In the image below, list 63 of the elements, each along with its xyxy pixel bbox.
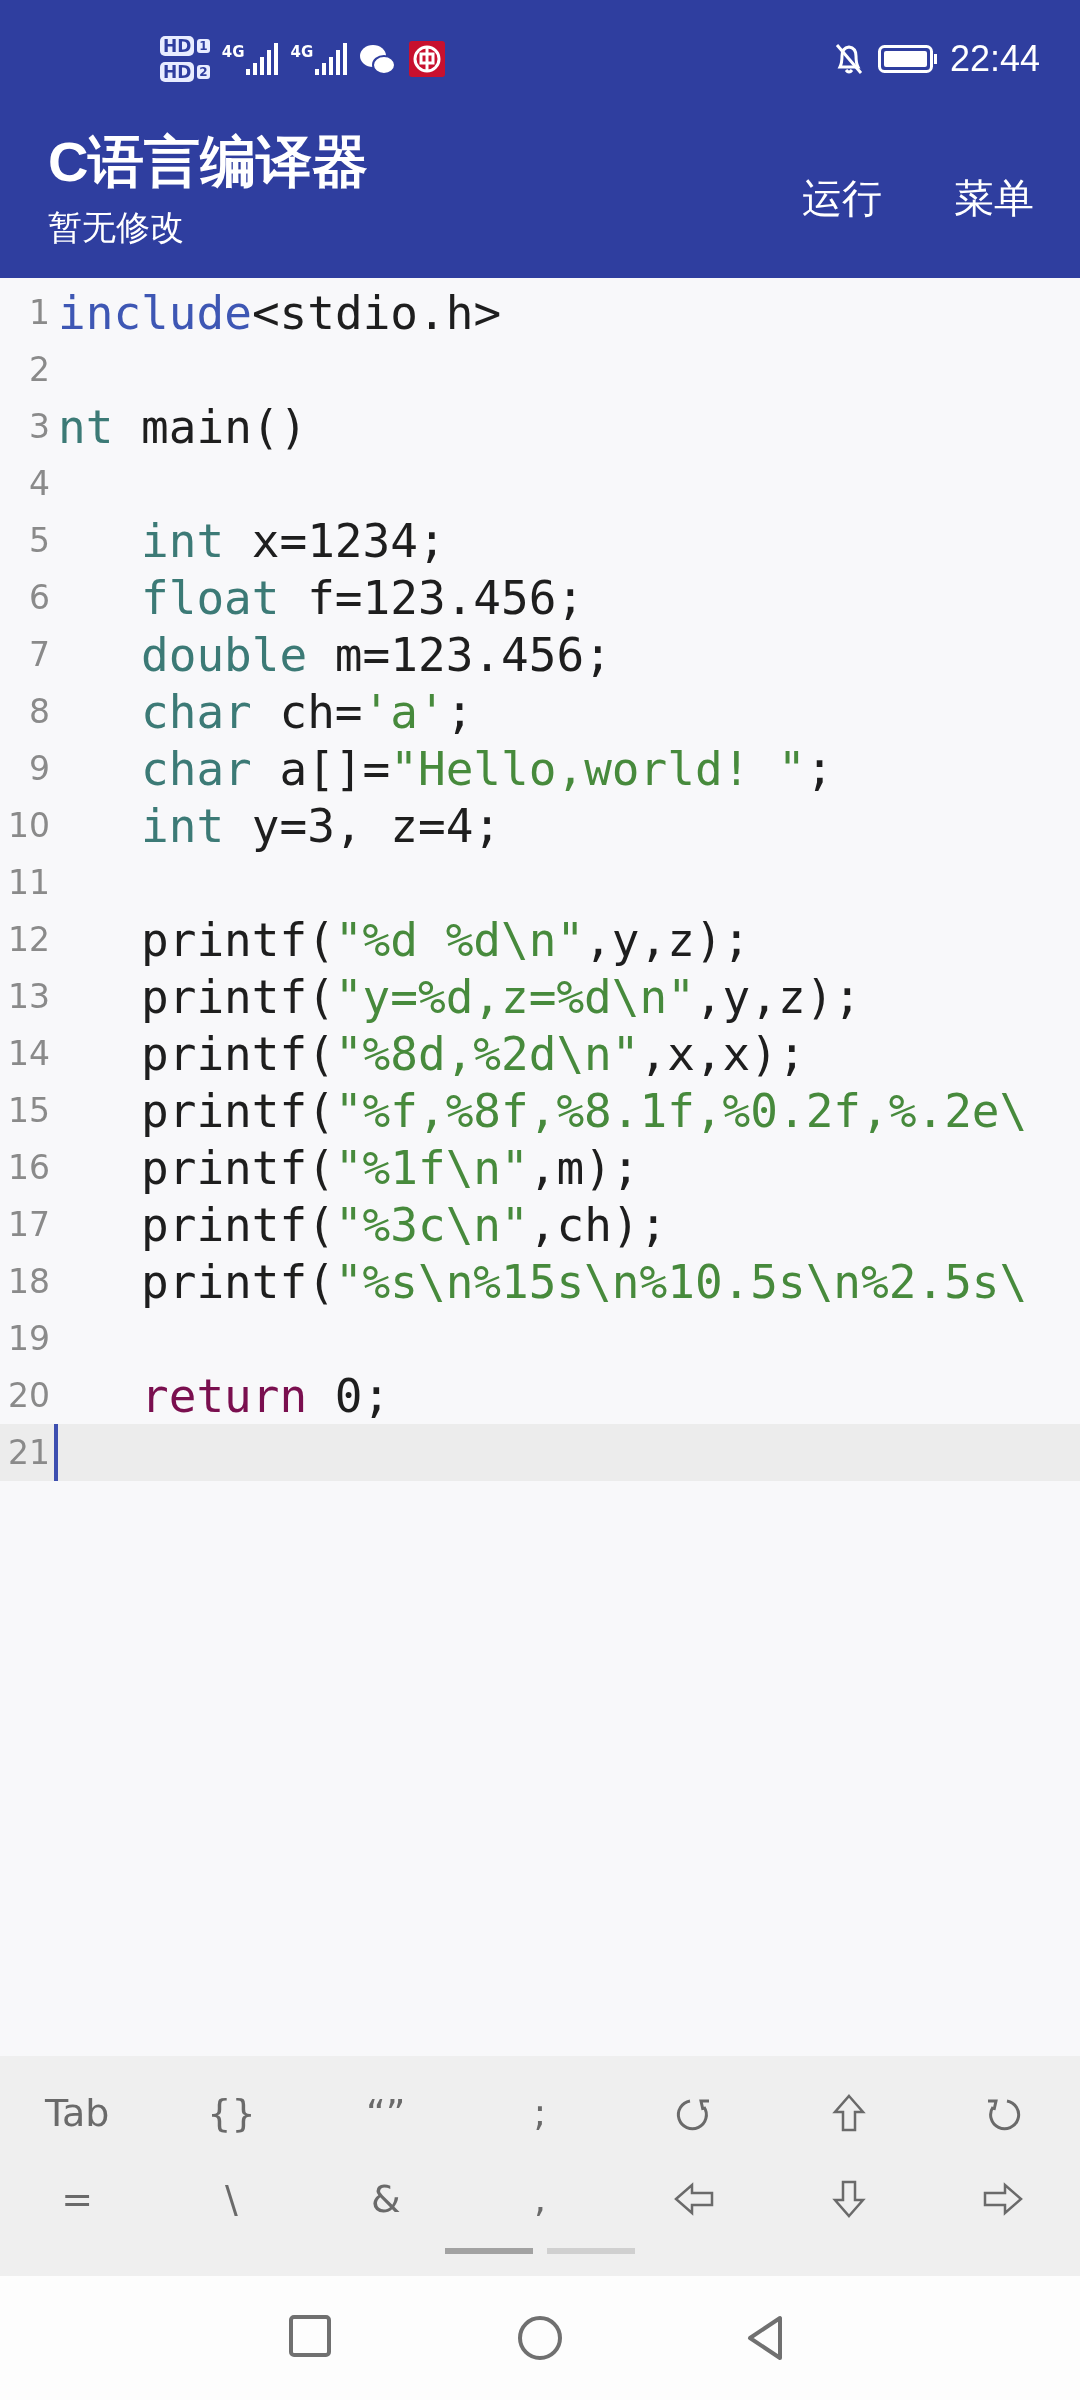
line-number: 2 bbox=[28, 350, 50, 389]
app-title: C语言编译器 bbox=[48, 129, 370, 195]
app-subtitle: 暂无修改 bbox=[48, 206, 185, 249]
code-line: char a[]="Hello,world! "; bbox=[141, 741, 834, 796]
key-button[interactable]: ; bbox=[482, 2080, 598, 2146]
line-number: 6 bbox=[28, 578, 50, 617]
line-number: 11 bbox=[7, 863, 50, 902]
circle-icon bbox=[516, 2314, 564, 2362]
key-button[interactable]: {} bbox=[174, 2080, 289, 2146]
network-label: 4G bbox=[290, 43, 314, 61]
code-line: printf("%3c\n",ch); bbox=[141, 1197, 668, 1252]
line-number: 12 bbox=[7, 920, 50, 959]
toolbar-action[interactable]: 运行 bbox=[776, 150, 908, 246]
code-line: include<stdio.h> bbox=[58, 285, 502, 340]
code-line: nt main() bbox=[58, 399, 308, 454]
line-number: 17 bbox=[7, 1205, 50, 1244]
line-number: 1 bbox=[28, 293, 50, 332]
line-number: 14 bbox=[7, 1034, 50, 1073]
code-line: printf("%s\n%15s\n%10.5s\n%2.5s\ bbox=[141, 1254, 1028, 1309]
key-button[interactable]: Tab bbox=[20, 2080, 135, 2146]
code-line: printf("%d %d\n",y,z); bbox=[141, 912, 751, 967]
code-line: char ch='a'; bbox=[141, 684, 474, 739]
line-number: 8 bbox=[28, 692, 50, 731]
signal-icon bbox=[246, 43, 279, 75]
line-number: 13 bbox=[7, 977, 50, 1016]
toolbar-action[interactable]: 菜单 bbox=[928, 150, 1060, 246]
line-number: 18 bbox=[7, 1262, 50, 1301]
key-button[interactable]: “” bbox=[328, 2080, 443, 2146]
network-label: 4G bbox=[221, 43, 245, 61]
hd-badge: HD bbox=[160, 62, 195, 82]
line-number: 19 bbox=[7, 1319, 50, 1358]
battery-icon bbox=[877, 45, 938, 73]
line-number: 9 bbox=[28, 749, 50, 788]
signal-icon bbox=[315, 43, 348, 75]
key-button[interactable]: = bbox=[20, 2166, 135, 2232]
hd-badge: HD bbox=[160, 36, 195, 56]
code-line: printf("y=%d,z=%d\n",y,z); bbox=[141, 969, 862, 1024]
line-number: 21 bbox=[7, 1433, 50, 1472]
line-number: 7 bbox=[28, 635, 50, 674]
line-number: 10 bbox=[7, 806, 50, 845]
line-number: 3 bbox=[28, 407, 50, 446]
key-button[interactable]: \ bbox=[174, 2166, 289, 2232]
line-number: 15 bbox=[7, 1091, 50, 1130]
line-number: 5 bbox=[28, 521, 50, 560]
code-line: double m=123.456; bbox=[141, 627, 612, 682]
code-line: return 0; bbox=[141, 1368, 391, 1423]
code-line: printf("%f,%8f,%8.1f,%0.2f,%.2e\ bbox=[141, 1083, 1028, 1138]
key-button[interactable]: , bbox=[482, 2166, 598, 2232]
sim-slot-badge: 1 bbox=[197, 39, 210, 53]
line-number: 20 bbox=[7, 1376, 50, 1415]
code-line: int x=1234; bbox=[141, 513, 446, 568]
text-cursor bbox=[54, 1424, 58, 1481]
line-number: 16 bbox=[7, 1148, 50, 1187]
code-line: int y=3, z=4; bbox=[141, 798, 502, 853]
code-line: printf("%1f\n",m); bbox=[141, 1140, 640, 1195]
code-line: printf("%8d,%2d\n",x,x); bbox=[141, 1026, 806, 1081]
code-line: float f=123.456; bbox=[141, 570, 585, 625]
home-button[interactable] bbox=[516, 2314, 564, 2362]
line-number: 4 bbox=[28, 464, 50, 503]
sim-slot-badge: 2 bbox=[197, 65, 210, 79]
bank-logo-icon bbox=[409, 41, 446, 77]
clock-time: 22:44 bbox=[949, 38, 1040, 80]
key-button[interactable]: & bbox=[328, 2166, 443, 2232]
